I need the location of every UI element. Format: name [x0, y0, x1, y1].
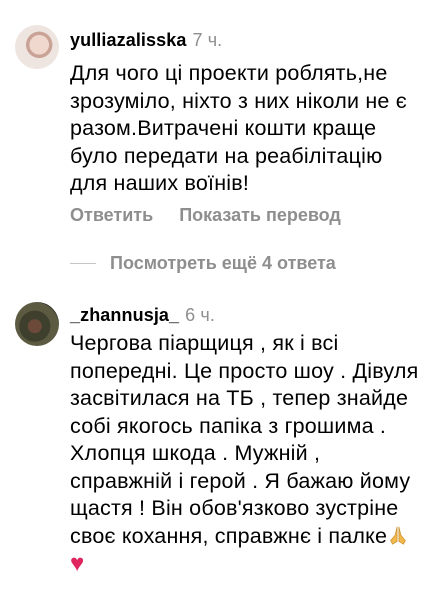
- username-text[interactable]: yulliazalisska: [70, 30, 186, 50]
- comment-text: Чергова піарщиця , як і всі попередні. Ц…: [70, 330, 420, 579]
- view-replies-label[interactable]: Посмотреть ещё 4 ответа: [110, 253, 336, 274]
- replies-divider-line: [70, 263, 96, 264]
- comment-text-content: Чергова піарщиця , як і всі попередні. Ц…: [70, 331, 419, 548]
- comment-text: Для чого ці проекти роблять,не зрозуміло…: [70, 61, 407, 195]
- folded-hands-icon: [390, 526, 406, 545]
- username-text[interactable]: _zhannusja_: [70, 305, 179, 325]
- translate-button[interactable]: Показать перевод: [179, 205, 341, 226]
- comment-time: 6 ч.: [185, 305, 215, 325]
- comment-username[interactable]: yulliazalisska 7 ч.: [70, 30, 222, 51]
- avatar[interactable]: [15, 302, 59, 346]
- heart-icon: ♥: [70, 550, 85, 577]
- reply-button[interactable]: Ответить: [70, 205, 153, 226]
- avatar[interactable]: [15, 25, 59, 69]
- view-replies-button[interactable]: Посмотреть ещё 4 ответа: [70, 253, 336, 274]
- comment-actions: Ответить Показать перевод: [70, 205, 341, 226]
- comment-username[interactable]: _zhannusja_ 6 ч.: [70, 305, 215, 326]
- comment-time: 7 ч.: [192, 30, 223, 50]
